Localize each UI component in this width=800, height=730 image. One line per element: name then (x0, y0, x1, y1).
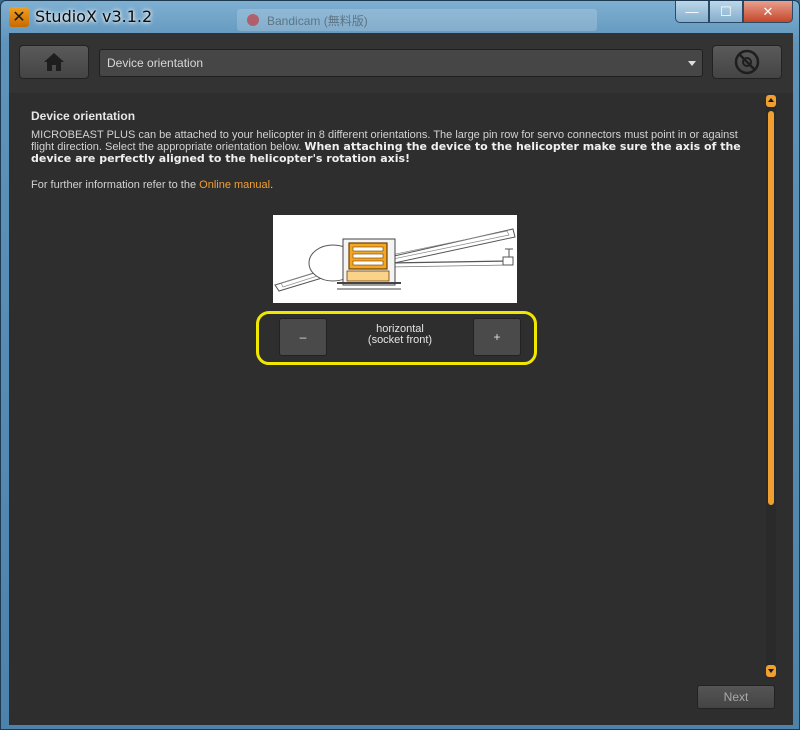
app-window: ✕ StudioX v3.1.2 Bandicam (無料版) — ☐ ✕ De… (0, 0, 800, 730)
helicopter-diagram-icon (274, 228, 516, 292)
orientation-prev-button[interactable]: – (279, 318, 327, 356)
minimize-button[interactable]: — (675, 1, 709, 23)
home-button[interactable] (19, 45, 89, 79)
orientation-label-line2: (socket front) (367, 334, 433, 346)
settings-icon (734, 49, 760, 75)
info-text: For further information refer to the Onl… (31, 179, 273, 191)
close-button[interactable]: ✕ (743, 1, 793, 23)
description-text: MICROBEAST PLUS can be attached to your … (31, 129, 751, 165)
window-title: StudioX v3.1.2 (35, 7, 153, 26)
background-window-title: Bandicam (無料版) (267, 14, 368, 28)
scroll-down-button[interactable] (766, 665, 776, 677)
window-controls: — ☐ ✕ (675, 1, 793, 25)
settings-button[interactable] (712, 45, 782, 79)
orientation-label: horizontal (socket front) (329, 324, 471, 346)
orientation-next-button[interactable]: + (473, 318, 521, 356)
maximize-button[interactable]: ☐ (709, 1, 743, 23)
helicopter-orientation-image (273, 215, 517, 303)
content-panel: Device orientation MICROBEAST PLUS can b… (9, 93, 793, 725)
background-window-tab: Bandicam (無料版) (237, 9, 597, 31)
next-button[interactable]: Next (697, 685, 775, 709)
section-dropdown-value: Device orientation (107, 56, 204, 70)
record-icon (247, 14, 259, 26)
toolbar: Device orientation (9, 33, 793, 93)
client-area: Device orientation Device orientation MI… (9, 33, 793, 725)
info-suffix: . (270, 179, 274, 191)
page-title: Device orientation (31, 109, 136, 123)
section-dropdown[interactable]: Device orientation (99, 49, 703, 77)
scroll-up-button[interactable] (766, 95, 776, 107)
info-prefix: For further information refer to the (31, 179, 200, 191)
orientation-selector: – horizontal (socket front) + (256, 311, 537, 365)
app-logo-icon: ✕ (9, 7, 29, 27)
chevron-down-icon (688, 61, 696, 66)
online-manual-link[interactable]: Online manual (199, 179, 270, 191)
title-bar[interactable]: ✕ StudioX v3.1.2 Bandicam (無料版) — ☐ ✕ (1, 1, 799, 33)
scrollbar-thumb[interactable] (768, 111, 774, 505)
home-icon (44, 53, 64, 71)
